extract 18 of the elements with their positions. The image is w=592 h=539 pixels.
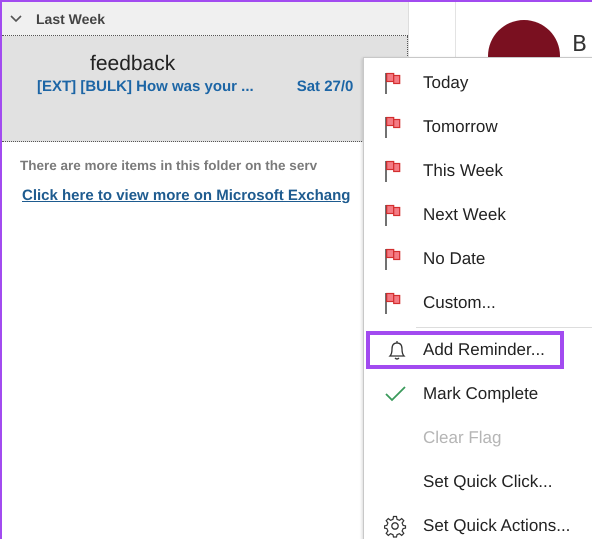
menu-item[interactable]: Mark Complete xyxy=(366,372,592,416)
message-date: Sat 27/0 xyxy=(296,78,354,95)
message-sender: feedback xyxy=(89,52,176,76)
group-header[interactable]: Last Week xyxy=(2,2,408,36)
menu-item[interactable]: Set Quick Actions... xyxy=(366,504,592,539)
menu-item[interactable]: Next Week xyxy=(366,193,592,237)
menu-item[interactable]: No Date xyxy=(366,237,592,281)
server-link[interactable]: Click here to view more on Microsoft Exchang xyxy=(22,187,350,204)
menu-item[interactable]: Custom... xyxy=(366,281,592,325)
menu-item[interactable]: This Week xyxy=(366,149,592,193)
server-notice: There are more items in this folder on the serv xyxy=(20,158,318,173)
menu-item[interactable]: Add Reminder... xyxy=(366,331,564,369)
message-item[interactable]: feedback [EXT] [BULK] How was your ... Sat 27/0 xyxy=(2,36,408,142)
sender-name: B xyxy=(572,32,588,57)
menu-item[interactable]: Set Quick Click... xyxy=(366,460,592,504)
settings-icon xyxy=(384,514,407,538)
chevron-down-icon xyxy=(10,14,22,22)
message-subject: [EXT] [BULK] How was your ... xyxy=(37,78,254,95)
